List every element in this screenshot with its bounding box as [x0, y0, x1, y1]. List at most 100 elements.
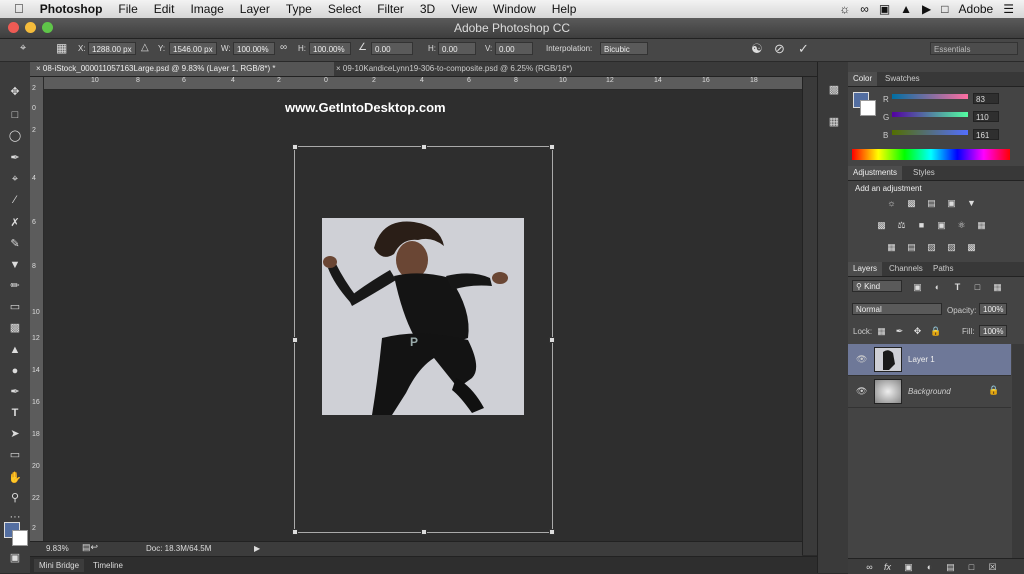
- menu-edit[interactable]: Edit: [146, 0, 183, 18]
- transform-handle[interactable]: [292, 337, 298, 343]
- brightness-icon[interactable]: ☼: [886, 198, 897, 208]
- clone-stamp-tool-icon[interactable]: ▼: [6, 257, 24, 273]
- cancel-transform-icon[interactable]: ⊘: [774, 41, 785, 57]
- color-spectrum-bar[interactable]: [852, 149, 1010, 160]
- tab-close-icon[interactable]: ×: [36, 64, 41, 73]
- menu-view[interactable]: View: [443, 0, 485, 18]
- horizontal-skew-field[interactable]: 0.00: [438, 42, 476, 55]
- new-adjustment-icon[interactable]: ◐: [924, 562, 935, 572]
- interpolation-select[interactable]: Bicubic: [600, 42, 648, 55]
- crop-tool-icon[interactable]: ⌖: [6, 171, 24, 187]
- delta-icon[interactable]: △: [141, 42, 149, 53]
- transform-handle[interactable]: [549, 337, 555, 343]
- status-icon[interactable]: ▤↩: [82, 542, 98, 553]
- tab-styles[interactable]: Styles: [908, 166, 940, 180]
- blend-mode-select[interactable]: Normal: [852, 303, 942, 315]
- dodge-tool-icon[interactable]: ●: [6, 363, 24, 379]
- black-white-icon[interactable]: ■: [916, 220, 927, 230]
- layer-name[interactable]: Background: [908, 387, 951, 396]
- link-layers-icon[interactable]: ∞: [864, 562, 875, 572]
- visibility-eye-icon[interactable]: 👁: [856, 354, 867, 365]
- menu-3d[interactable]: 3D: [412, 0, 443, 18]
- color-lookup-icon[interactable]: ▦: [976, 220, 987, 230]
- blue-value[interactable]: 161: [973, 129, 999, 140]
- height-field[interactable]: 100.00%: [309, 42, 351, 55]
- transform-tool-icon[interactable]: ⌖: [20, 42, 26, 55]
- menu-help[interactable]: Help: [544, 0, 585, 18]
- tab-document-1[interactable]: × 08-iStock_000011057163Large.psd @ 9.83…: [30, 62, 334, 76]
- move-tool-icon[interactable]: ✥: [6, 84, 24, 100]
- filter-type-icon[interactable]: T: [952, 282, 963, 292]
- menu-layer[interactable]: Layer: [232, 0, 278, 18]
- brush-tool-icon[interactable]: ✎: [6, 236, 24, 252]
- properties-panel-icon[interactable]: ▦: [825, 114, 843, 130]
- transform-handle[interactable]: [421, 144, 427, 150]
- apple-icon[interactable]: : [0, 0, 32, 18]
- channel-mixer-icon[interactable]: ⚛: [956, 220, 967, 230]
- levels-icon[interactable]: ▩: [906, 198, 917, 208]
- ruler-horizontal[interactable]: 10 8 6 4 2 0 2 4 6 8 10 12 14 16 18: [44, 77, 802, 90]
- tab-channels[interactable]: Channels: [884, 262, 928, 276]
- hue-saturation-icon[interactable]: ▩: [876, 220, 887, 230]
- menu-select[interactable]: Select: [320, 0, 369, 18]
- background-color-swatch[interactable]: [12, 530, 28, 546]
- tab-swatches[interactable]: Swatches: [880, 72, 925, 86]
- filter-adjustment-icon[interactable]: ◐: [932, 282, 943, 292]
- healing-tool-icon[interactable]: ✗: [6, 215, 24, 231]
- color-balance-icon[interactable]: ⚖: [896, 220, 907, 230]
- layers-scrollbar[interactable]: [1012, 344, 1024, 558]
- y-position-field[interactable]: 1546.00 px: [169, 42, 217, 55]
- menu-filter[interactable]: Filter: [369, 0, 412, 18]
- menu-window[interactable]: Window: [485, 0, 544, 18]
- canvas-vertical-scrollbar[interactable]: [802, 77, 817, 555]
- filter-shape-icon[interactable]: □: [972, 282, 983, 292]
- width-field[interactable]: 100.00%: [233, 42, 275, 55]
- tab-timeline[interactable]: Timeline: [88, 559, 128, 572]
- display-icon[interactable]: □: [941, 2, 948, 16]
- tab-close-icon[interactable]: ×: [336, 64, 341, 73]
- new-layer-icon[interactable]: □: [966, 562, 977, 572]
- marquee-tool-icon[interactable]: □: [6, 107, 24, 123]
- list-icon[interactable]: ☰: [1003, 2, 1014, 16]
- gradient-map-icon[interactable]: ▩: [966, 242, 977, 252]
- x-position-field[interactable]: 1288.00 px: [88, 42, 136, 55]
- lock-transparent-icon[interactable]: ▦: [876, 326, 887, 336]
- camera-icon[interactable]: ▣: [879, 2, 890, 16]
- blur-tool-icon[interactable]: ▲: [6, 342, 24, 358]
- history-brush-tool-icon[interactable]: ✏: [6, 278, 24, 294]
- eraser-tool-icon[interactable]: ▭: [6, 299, 24, 315]
- wifi-icon[interactable]: ▲: [900, 2, 912, 16]
- curves-icon[interactable]: ▤: [926, 198, 937, 208]
- menubar-adobe-label[interactable]: Adobe: [959, 2, 994, 16]
- menu-file[interactable]: File: [110, 0, 145, 18]
- layer-photo[interactable]: P: [322, 218, 524, 415]
- new-group-icon[interactable]: ▤: [945, 562, 956, 572]
- vibrance-icon[interactable]: ▼: [966, 198, 977, 208]
- transform-handle[interactable]: [292, 144, 298, 150]
- invert-icon[interactable]: ▦: [886, 242, 897, 252]
- reference-point-icon[interactable]: ▦: [56, 41, 67, 55]
- photo-filter-icon[interactable]: ▣: [936, 220, 947, 230]
- lasso-tool-icon[interactable]: ◯: [6, 128, 24, 144]
- commit-transform-icon[interactable]: ✓: [798, 41, 809, 57]
- green-value[interactable]: 110: [973, 111, 999, 122]
- tab-layers[interactable]: Layers: [848, 262, 883, 276]
- selective-color-icon[interactable]: ▨: [946, 242, 957, 252]
- layer-style-icon[interactable]: fx: [882, 562, 893, 572]
- tab-color[interactable]: Color: [848, 72, 878, 86]
- filter-pixel-icon[interactable]: ▣: [912, 282, 923, 292]
- transform-handle[interactable]: [292, 529, 298, 535]
- menu-app-name[interactable]: Photoshop: [32, 0, 111, 18]
- history-panel-icon[interactable]: ▩: [825, 82, 843, 98]
- add-mask-icon[interactable]: ▣: [903, 562, 914, 572]
- lock-all-icon[interactable]: 🔒: [930, 326, 941, 336]
- zoom-level[interactable]: 9.83%: [46, 544, 69, 553]
- warp-icon[interactable]: ☯: [751, 41, 763, 57]
- visibility-eye-icon[interactable]: 👁: [856, 386, 867, 397]
- quick-select-tool-icon[interactable]: ✒: [6, 150, 24, 166]
- transform-handle[interactable]: [421, 529, 427, 535]
- layer-row-layer-1[interactable]: 👁 Layer 1: [848, 344, 1011, 376]
- hand-tool-icon[interactable]: ✋: [6, 470, 24, 486]
- eyedropper-tool-icon[interactable]: ⁄: [6, 192, 24, 208]
- menu-type[interactable]: Type: [278, 0, 320, 18]
